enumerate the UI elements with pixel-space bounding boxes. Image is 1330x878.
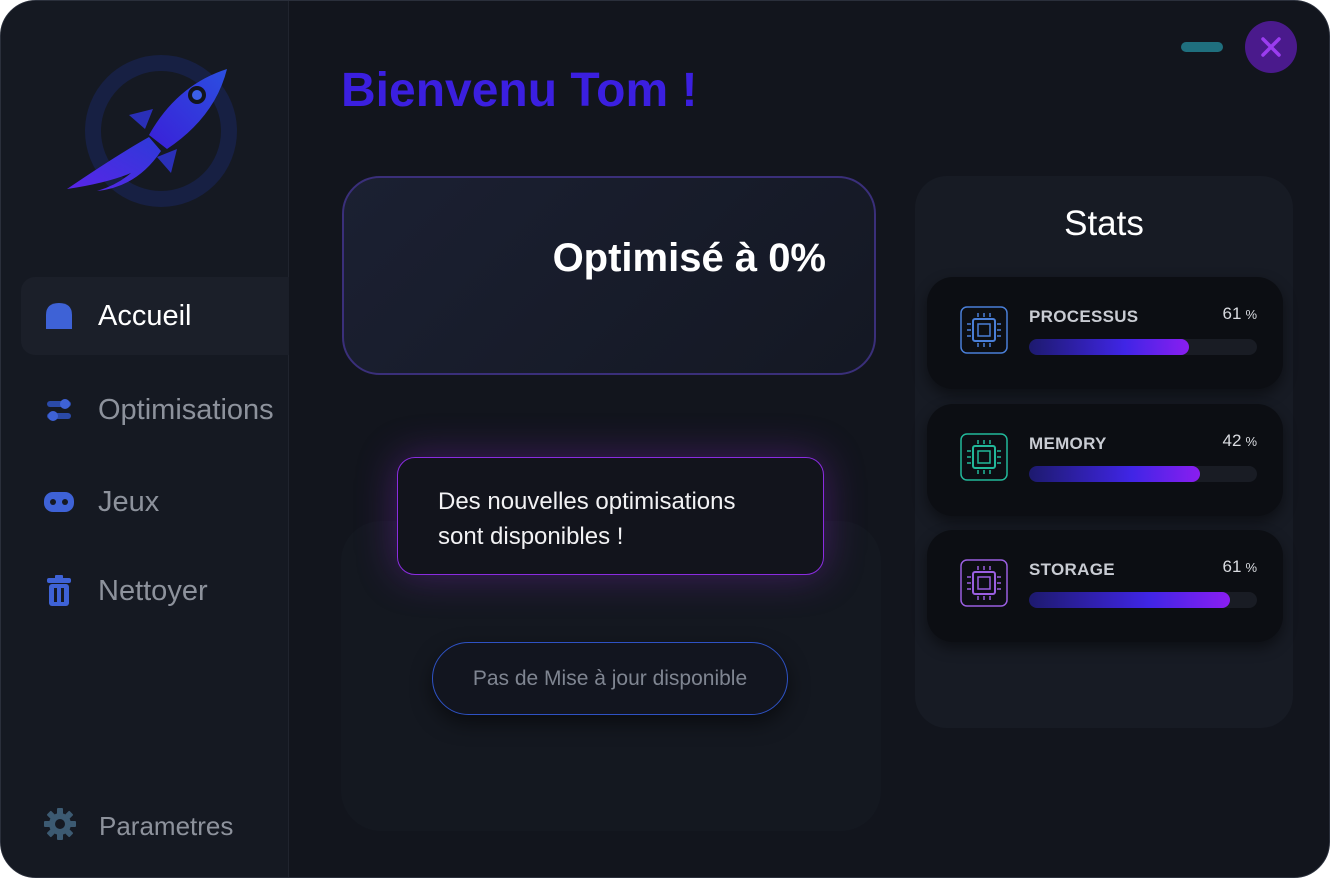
sidebar: Accueil Optimisations Jeux Nettoyer Para… [1, 1, 289, 877]
stat-value: 42% [1222, 431, 1257, 450]
stats-panel: Stats PROCESSUS 61% MEMORY 42% STORAGE 6… [915, 176, 1293, 728]
sidebar-item-label: Optimisations [98, 393, 274, 426]
stat-progress-fill [1029, 339, 1189, 355]
home-icon [43, 300, 75, 332]
stat-progress-fill [1029, 592, 1230, 608]
trash-icon [43, 575, 75, 607]
notice-line-2: sont disponibles ! [438, 523, 624, 550]
close-button[interactable] [1245, 21, 1297, 73]
sidebar-item-label: Nettoyer [98, 574, 208, 607]
stat-name: PROCESSUS [1029, 307, 1139, 326]
memory-chip-icon [960, 433, 1008, 481]
stat-value: 61% [1222, 557, 1257, 576]
cpu-icon [960, 306, 1008, 354]
optimization-status-card: Optimisé à 0% [342, 176, 876, 375]
gamepad-icon [43, 486, 75, 518]
sidebar-item-optimisations[interactable]: Optimisations [21, 371, 289, 449]
settings-button[interactable]: Parametres [43, 807, 233, 846]
optimizations-available-notice[interactable]: Des nouvelles optimisations sont disponi… [397, 457, 824, 575]
settings-label: Parametres [99, 811, 234, 841]
stat-progress-bar [1029, 592, 1257, 608]
stat-progress-bar [1029, 339, 1257, 355]
storage-chip-icon [960, 559, 1008, 607]
app-window: Accueil Optimisations Jeux Nettoyer Para… [0, 0, 1330, 878]
stat-card-storage: STORAGE 61% [927, 530, 1283, 642]
sidebar-item-nettoyer[interactable]: Nettoyer [21, 552, 289, 630]
close-icon [1261, 37, 1281, 57]
minimize-button[interactable] [1181, 42, 1223, 52]
stat-name: MEMORY [1029, 434, 1107, 453]
optimization-status: Optimisé à 0% [552, 236, 826, 280]
update-button[interactable]: Pas de Mise à jour disponible [432, 642, 788, 715]
sidebar-item-label: Jeux [98, 485, 160, 518]
page-title: Bienvenu Tom ! [341, 64, 698, 117]
sidebar-item-accueil[interactable]: Accueil [21, 277, 289, 355]
rocket-logo [57, 45, 247, 215]
stat-card-processus: PROCESSUS 61% [927, 277, 1283, 389]
notice-line-1: Des nouvelles optimisations [438, 488, 736, 515]
sidebar-item-jeux[interactable]: Jeux [21, 463, 289, 541]
stat-card-memory: MEMORY 42% [927, 404, 1283, 516]
stat-name: STORAGE [1029, 560, 1115, 579]
stat-value: 61% [1222, 304, 1257, 323]
stat-progress-fill [1029, 466, 1200, 482]
gear-icon [43, 807, 77, 846]
stats-title: Stats [1064, 204, 1144, 243]
sidebar-item-label: Accueil [98, 299, 192, 332]
stat-progress-bar [1029, 466, 1257, 482]
sliders-icon [43, 394, 75, 426]
